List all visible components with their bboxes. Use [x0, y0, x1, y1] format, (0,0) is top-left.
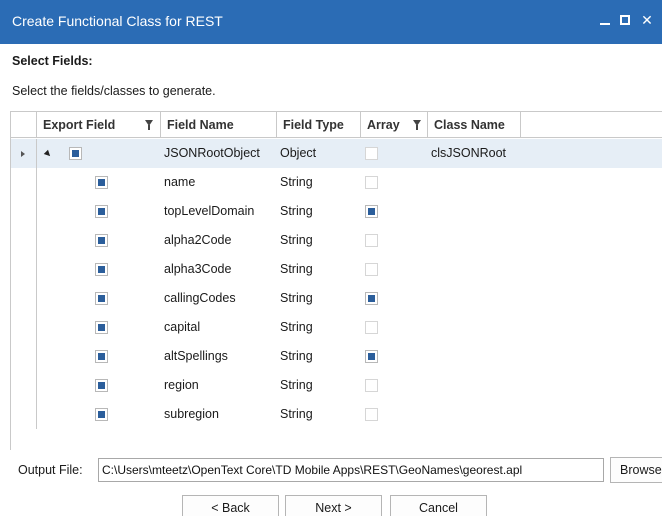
maximize-icon[interactable]	[616, 9, 634, 31]
column-header-field-type[interactable]: Field Type	[277, 112, 361, 138]
export-field-checkbox[interactable]	[95, 176, 108, 189]
instruction-text: Select the fields/classes to generate.	[12, 84, 216, 98]
field-type-cell[interactable]: String	[280, 197, 313, 226]
table-row[interactable]: name String	[11, 168, 662, 197]
column-header-field-name[interactable]: Field Name	[161, 112, 277, 138]
array-checkbox[interactable]	[365, 147, 378, 160]
table-row[interactable]: callingCodes String	[11, 284, 662, 313]
column-header-array[interactable]: Array	[361, 112, 428, 138]
section-title: Select Fields:	[12, 54, 93, 68]
export-field-checkbox[interactable]	[95, 205, 108, 218]
array-checkbox[interactable]	[365, 263, 378, 276]
table-row[interactable]: altSpellings String	[11, 342, 662, 371]
column-header-label: Array	[367, 118, 400, 132]
current-row-arrow-icon	[21, 151, 25, 157]
field-type-cell[interactable]: String	[280, 342, 313, 371]
field-name-cell[interactable]: subregion	[164, 400, 219, 429]
export-field-checkbox[interactable]	[95, 263, 108, 276]
row-indicator[interactable]	[11, 168, 37, 197]
field-name-cell[interactable]: name	[164, 168, 195, 197]
row-indicator[interactable]	[11, 400, 37, 429]
array-checkbox[interactable]	[365, 292, 378, 305]
array-checkbox[interactable]	[365, 205, 378, 218]
field-type-cell[interactable]: String	[280, 313, 313, 342]
column-header-label: Export Field	[43, 118, 116, 132]
field-name-cell[interactable]: region	[164, 371, 199, 400]
field-type-cell[interactable]: String	[280, 255, 313, 284]
field-name-cell[interactable]: JSONRootObject	[164, 139, 260, 168]
export-field-checkbox[interactable]	[95, 234, 108, 247]
column-header-label: Field Name	[167, 118, 234, 132]
export-field-checkbox[interactable]	[95, 292, 108, 305]
title-bar: Create Functional Class for REST ✕	[0, 0, 662, 44]
row-indicator[interactable]	[11, 139, 37, 168]
browse-button[interactable]: Browse...	[610, 457, 662, 483]
field-name-cell[interactable]: callingCodes	[164, 284, 236, 313]
field-name-cell[interactable]: alpha2Code	[164, 226, 231, 255]
array-checkbox[interactable]	[365, 379, 378, 392]
field-type-cell[interactable]: String	[280, 226, 313, 255]
table-row[interactable]: alpha2Code String	[11, 226, 662, 255]
array-checkbox[interactable]	[365, 234, 378, 247]
field-name-cell[interactable]: altSpellings	[164, 342, 228, 371]
row-indicator[interactable]	[11, 284, 37, 313]
array-checkbox[interactable]	[365, 350, 378, 363]
table-row[interactable]: region String	[11, 371, 662, 400]
export-field-checkbox[interactable]	[95, 321, 108, 334]
array-checkbox[interactable]	[365, 408, 378, 421]
row-indicator[interactable]	[11, 342, 37, 371]
column-header-label: Field Type	[283, 118, 344, 132]
table-row[interactable]: subregion String	[11, 400, 662, 429]
column-header-label: Class Name	[434, 118, 505, 132]
table-row[interactable]: JSONRootObject Object clsJSONRoot	[11, 139, 662, 168]
export-field-checkbox[interactable]	[69, 147, 82, 160]
expand-collapse-icon[interactable]	[43, 149, 53, 159]
table-row[interactable]: alpha3Code String	[11, 255, 662, 284]
close-icon[interactable]: ✕	[638, 9, 656, 31]
export-field-checkbox[interactable]	[95, 408, 108, 421]
field-name-cell[interactable]: topLevelDomain	[164, 197, 254, 226]
next-button[interactable]: Next >	[285, 495, 382, 516]
grid-header: Export Field Field Name Field Type Array…	[11, 112, 662, 138]
column-header-export-field[interactable]: Export Field	[37, 112, 161, 138]
window-title: Create Functional Class for REST	[12, 13, 223, 29]
filter-icon[interactable]	[413, 120, 421, 130]
table-row[interactable]: capital String	[11, 313, 662, 342]
field-type-cell[interactable]: String	[280, 371, 313, 400]
field-type-cell[interactable]: String	[280, 400, 313, 429]
field-name-cell[interactable]: alpha3Code	[164, 255, 231, 284]
class-name-cell[interactable]: clsJSONRoot	[431, 139, 506, 168]
cancel-button[interactable]: Cancel	[390, 495, 487, 516]
row-indicator[interactable]	[11, 197, 37, 226]
output-file-label: Output File:	[18, 463, 83, 477]
header-indicator-cell	[11, 112, 37, 138]
filter-icon[interactable]	[145, 120, 153, 130]
array-checkbox[interactable]	[365, 321, 378, 334]
field-type-cell[interactable]: String	[280, 284, 313, 313]
column-header-class-name[interactable]: Class Name	[428, 112, 521, 138]
fields-grid[interactable]: Export Field Field Name Field Type Array…	[10, 111, 662, 450]
row-indicator[interactable]	[11, 226, 37, 255]
export-field-checkbox[interactable]	[95, 350, 108, 363]
array-checkbox[interactable]	[365, 176, 378, 189]
export-field-checkbox[interactable]	[95, 379, 108, 392]
table-row[interactable]: topLevelDomain String	[11, 197, 662, 226]
row-indicator[interactable]	[11, 313, 37, 342]
output-file-field[interactable]: C:\Users\mteetz\OpenText Core\TD Mobile …	[98, 458, 604, 482]
field-type-cell[interactable]: Object	[280, 139, 316, 168]
field-type-cell[interactable]: String	[280, 168, 313, 197]
field-name-cell[interactable]: capital	[164, 313, 200, 342]
minimize-icon[interactable]	[596, 9, 614, 31]
back-button[interactable]: < Back	[182, 495, 279, 516]
row-indicator[interactable]	[11, 255, 37, 284]
row-indicator[interactable]	[11, 371, 37, 400]
